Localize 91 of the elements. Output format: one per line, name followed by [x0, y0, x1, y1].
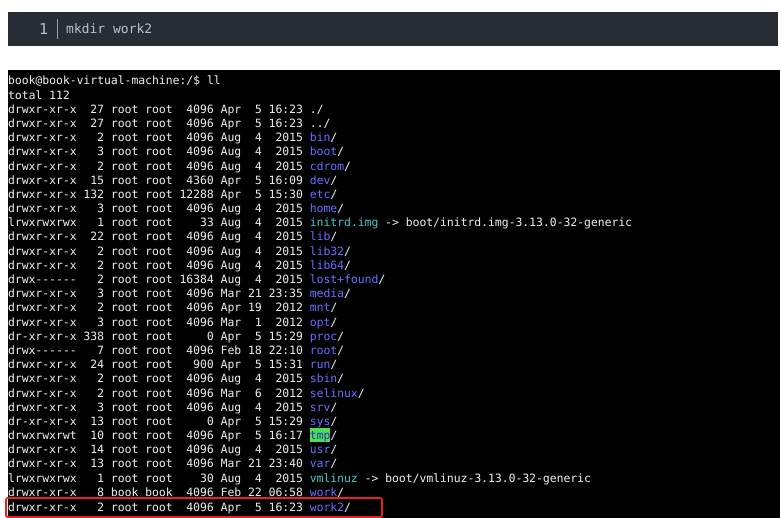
file-name: cdrom — [310, 158, 344, 173]
file-details: drwxr-xr-x 3 root root 4096 Mar 1 2012 — [8, 314, 303, 329]
file-name: lib — [310, 229, 330, 244]
file-name: var — [310, 456, 330, 471]
file-name: work2 — [310, 499, 344, 516]
file-details: drwx------ 2 root root 16384 Aug 4 2015 — [8, 272, 303, 286]
file-name: home — [310, 201, 338, 216]
path-slash: / — [330, 414, 338, 428]
file-details: drwxr-xr-x 27 root root 4096 Apr 5 16:23 — [8, 116, 303, 130]
file-details: drwxr-xr-x 3 root root 4096 Mar 21 23:35 — [8, 286, 303, 300]
file-details: drwxr-xr-x 2 root root 4096 Apr 19 2012 — [8, 300, 303, 315]
path-slash: / — [323, 116, 330, 130]
file-details: drwxr-xr-x 2 root root 4096 Mar 6 2012 — [8, 386, 303, 400]
file-name: lib32 — [310, 244, 344, 258]
file-name: .. — [310, 116, 324, 130]
line-number: 1 — [8, 19, 58, 40]
file-details: drwxrwxrwt 10 root root 4096 Apr 5 16:17 — [8, 428, 303, 442]
file-details: drwxr-xr-x 22 root root 4096 Aug 4 2015 — [8, 229, 303, 244]
file-details: drwxr-xr-x 132 root root 12288 Apr 5 15:30 — [8, 186, 303, 202]
file-name: srv — [310, 400, 330, 414]
file-name: mnt — [310, 300, 330, 315]
path-slash: / — [337, 342, 344, 358]
file-name: tmp — [310, 428, 330, 442]
path-slash: / — [337, 201, 344, 216]
file-details: drwxr-xr-x 2 root root 4096 Aug 4 2015 — [8, 258, 303, 272]
code-line: mkdir work2 — [65, 22, 152, 37]
path-slash: / — [330, 442, 338, 456]
shell-prompt: book@book-virtual-machine:/$ ll — [8, 73, 221, 88]
path-slash: / — [330, 172, 338, 187]
total-line: total 112 — [8, 88, 70, 102]
file-details: drwxr-xr-x 8 book book 4096 Feb 22 06:58 — [8, 484, 303, 499]
path-slash: / — [344, 286, 351, 300]
file-name: root — [310, 342, 338, 358]
file-details: dr-xr-xr-x 13 root root 0 Apr 5 15:29 — [8, 414, 303, 428]
path-slash: / — [330, 229, 338, 244]
file-details: lrwxrwxrwx 1 root root 33 Aug 4 2015 — [8, 215, 303, 230]
path-slash: / — [358, 386, 365, 400]
file-details: dr-xr-xr-x 338 root root 0 Apr 5 15:29 — [8, 328, 303, 343]
path-slash: / — [337, 328, 344, 343]
file-name: lost+found — [310, 272, 378, 286]
file-details: drwxr-xr-x 3 root root 4096 Aug 4 2015 — [8, 201, 303, 216]
file-name: media — [310, 286, 344, 300]
file-name: sys — [310, 414, 330, 428]
path-slash: / — [337, 371, 344, 386]
file-name: boot — [310, 144, 338, 158]
file-details: drwxr-xr-x 2 root root 4096 Aug 4 2015 — [8, 130, 303, 144]
path-slash: / — [330, 130, 338, 144]
path-slash: / — [330, 314, 338, 329]
file-details: drwxr-xr-x 15 root root 4360 Apr 5 16:09 — [8, 172, 303, 187]
file-name: run — [310, 357, 330, 372]
path-slash: / — [330, 186, 338, 202]
file-name: proc — [310, 328, 338, 343]
file-details: drwxr-xr-x 3 root root 4096 Aug 4 2015 — [8, 400, 303, 414]
link-target: -> boot/vmlinuz-3.13.0-32-generic — [364, 470, 591, 485]
file-details: drwxr-xr-x 14 root root 4096 Aug 4 2015 — [8, 442, 303, 456]
file-name: opt — [310, 314, 330, 329]
file-details: drwxr-xr-x 13 root root 4096 Mar 21 23:40 — [8, 456, 303, 471]
file-name: initrd.img — [310, 215, 378, 230]
file-details: lrwxrwxrwx 1 root root 30 Aug 4 2015 — [8, 470, 303, 485]
file-name: usr — [310, 442, 330, 456]
file-name: lib64 — [310, 258, 344, 272]
path-slash: / — [337, 144, 344, 158]
path-slash: / — [344, 258, 351, 272]
file-details: drwxr-xr-x 27 root root 4096 Apr 5 16:23 — [8, 102, 303, 116]
file-details: drwxr-xr-x 2 root root 4096 Aug 4 2015 — [8, 244, 303, 258]
file-details: drwx------ 7 root root 4096 Feb 18 22:10 — [8, 342, 303, 358]
path-slash: / — [337, 484, 344, 499]
path-slash: / — [330, 357, 338, 372]
file-name: sbin — [310, 371, 338, 386]
path-slash: / — [316, 102, 324, 116]
file-name: . — [310, 102, 317, 116]
file-name: vmlinuz — [310, 470, 358, 485]
file-details: drwxr-xr-x 2 root root 4096 Apr 5 16:23 — [8, 499, 303, 516]
path-slash: / — [378, 272, 386, 286]
file-details: drwxr-xr-x 2 root root 4096 Aug 4 2015 — [8, 371, 303, 386]
file-name: etc — [310, 186, 330, 202]
path-slash: / — [344, 158, 351, 173]
link-target: -> boot/initrd.img-3.13.0-32-generic — [385, 215, 632, 230]
path-slash: / — [330, 428, 338, 442]
file-name: dev — [310, 172, 330, 187]
file-name: selinux — [310, 386, 358, 400]
file-details: drwxr-xr-x 2 root root 4096 Aug 4 2015 — [8, 158, 303, 173]
path-slash: / — [330, 456, 338, 471]
path-slash: / — [330, 400, 338, 414]
path-slash: / — [344, 499, 351, 516]
path-slash: / — [330, 300, 338, 315]
file-name: work — [310, 484, 338, 499]
file-details: drwxr-xr-x 3 root root 4096 Aug 4 2015 — [8, 144, 303, 158]
path-slash: / — [344, 244, 351, 258]
file-details: drwxr-xr-x 24 root root 900 Apr 5 15:31 — [8, 357, 303, 372]
file-name: bin — [310, 130, 330, 144]
